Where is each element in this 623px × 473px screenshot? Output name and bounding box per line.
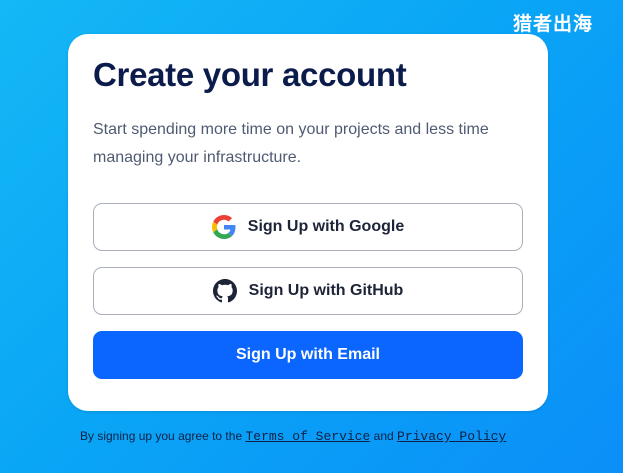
github-signup-label: Sign Up with GitHub	[248, 282, 404, 299]
watermark-logo: 猎者出海	[512, 13, 593, 35]
page-title: Create your account	[93, 56, 407, 93]
page-description: Start spending more time on your project…	[93, 121, 489, 166]
terms-conjunction: and	[373, 429, 394, 443]
google-icon	[211, 215, 236, 239]
github-icon	[212, 279, 237, 303]
terms-prefix: By signing up you agree to the	[80, 429, 243, 443]
google-signup-label: Sign Up with Google	[247, 218, 405, 235]
github-signup-button[interactable]: Sign Up with GitHub	[93, 267, 523, 315]
google-signup-button[interactable]: Sign Up with Google	[93, 203, 523, 251]
signup-card: Create your account Start spending more …	[68, 34, 548, 411]
terms-of-service-link[interactable]: Terms of Service	[245, 429, 370, 444]
privacy-policy-link[interactable]: Privacy Policy	[397, 429, 506, 444]
email-signup-label: Sign Up with Email	[235, 346, 380, 363]
terms-notice: By signing up you agree to the Terms of …	[80, 429, 506, 444]
email-signup-button[interactable]: Sign Up with Email	[93, 331, 523, 379]
